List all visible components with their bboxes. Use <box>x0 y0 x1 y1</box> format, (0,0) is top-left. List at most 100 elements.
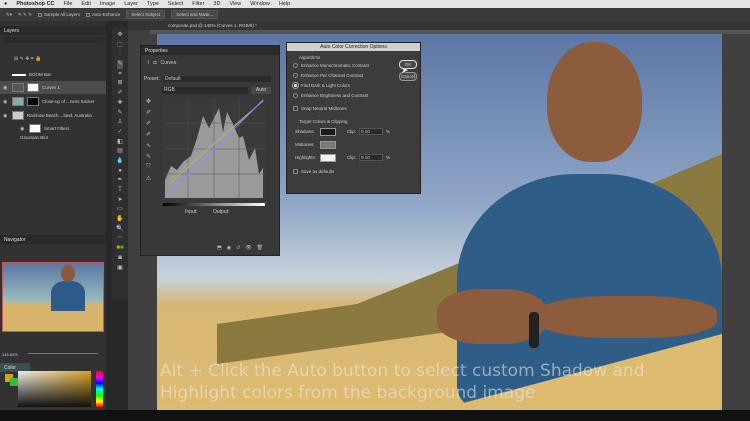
brush-mode-icons[interactable]: ✎ ✎ ✎ <box>18 12 32 18</box>
layer-row[interactable]: BOOM Bar <box>0 68 106 81</box>
black-point-eyedropper-icon[interactable]: ✐ <box>146 109 151 116</box>
menu-type[interactable]: Type <box>147 1 159 7</box>
auto-button[interactable]: Auto <box>251 87 271 94</box>
zoom-slider[interactable] <box>28 353 98 354</box>
quick-select-tool-icon[interactable]: ✎▾ <box>6 12 12 18</box>
menu-window[interactable]: Window <box>250 1 270 7</box>
zoom-value[interactable]: 145.83% <box>2 352 18 357</box>
layers-tab[interactable]: Layers <box>0 26 106 35</box>
target-adjust-icon[interactable]: ✥ <box>146 98 151 105</box>
gray-point-eyedropper-icon[interactable]: ✐ <box>146 120 151 127</box>
more-tools-icon[interactable]: ⋯ <box>117 234 123 243</box>
menu-layer[interactable]: Layer <box>124 1 138 7</box>
auto-enhance-checkbox[interactable]: Auto-Enhance <box>85 12 120 17</box>
menu-filter[interactable]: Filter <box>192 1 204 7</box>
dodge-tool-icon[interactable]: ● <box>118 167 122 176</box>
percent-label: % <box>386 129 391 134</box>
layers-title: Layers <box>4 27 20 34</box>
smooth-icon[interactable]: ⤧ <box>146 164 151 171</box>
curve-edit-icon[interactable]: ∿ <box>146 142 151 149</box>
pencil-icon[interactable]: ✎ <box>146 153 151 160</box>
menu-help[interactable]: Help <box>279 1 290 7</box>
eye-icon[interactable]: ◉ <box>3 85 9 91</box>
healing-tool-icon[interactable]: ✚ <box>117 99 122 108</box>
shadows-swatch[interactable] <box>320 127 336 136</box>
highlights-clip-input[interactable]: 0.10 <box>359 154 384 161</box>
menu-select[interactable]: Select <box>168 1 183 7</box>
layer-row[interactable]: ◉ Close-up of ...ness tracker <box>0 95 106 108</box>
layer-row[interactable]: ◉ Rainbow Beach ...land, Australia <box>0 109 106 122</box>
document-tab[interactable]: composite.psd @ 145% (Curves 1, RGB/8) * <box>128 21 750 30</box>
history-brush-icon[interactable]: ✓ <box>117 128 122 137</box>
color-field[interactable] <box>18 371 91 407</box>
mask-icon[interactable]: ◘ <box>153 60 156 66</box>
gradient-tool-icon[interactable]: ▤ <box>117 147 123 156</box>
radio-brightness-contrast[interactable]: Enhance Brightness and Contrast <box>287 90 420 100</box>
curves-graph[interactable] <box>163 98 265 200</box>
screen-mode-icon[interactable]: ▣ <box>117 264 123 273</box>
select-subject-button[interactable]: Select Subject <box>126 10 166 19</box>
dialog-title: Auto Color Correction Options <box>287 43 420 51</box>
select-and-mask-button[interactable]: Select and Mask... <box>171 10 219 19</box>
shape-tool-icon[interactable]: ▭ <box>117 205 123 214</box>
layer-row-selected[interactable]: ◉ Curves 1 <box>0 81 106 94</box>
blur-tool-icon[interactable]: 💧 <box>116 157 123 166</box>
save-defaults-checkbox[interactable]: Save as defaults <box>287 166 420 176</box>
snap-midtones-checkbox[interactable]: Snap Neutral Midtones <box>287 103 420 113</box>
hand-tool-icon[interactable]: ✋ <box>116 215 123 224</box>
clip-to-layer-icon[interactable]: ⬒ <box>217 245 222 251</box>
preview-figure <box>51 281 85 311</box>
layer-row[interactable]: Gaussian Blur <box>0 131 106 144</box>
eye-icon[interactable]: ◉ <box>3 113 9 119</box>
brush-tool-icon[interactable]: ✎ <box>117 109 122 118</box>
option-label: Enhance Brightness and Contrast <box>301 92 369 98</box>
layer-filter[interactable] <box>3 37 103 43</box>
eyedropper-tool-icon[interactable]: ✐ <box>117 89 122 98</box>
eraser-tool-icon[interactable]: ◧ <box>117 138 123 147</box>
stamp-tool-icon[interactable]: ♙ <box>117 118 122 127</box>
color-swatches-icon[interactable]: ■■ <box>116 244 123 253</box>
reset-icon[interactable]: ↺ <box>236 245 240 251</box>
path-select-icon[interactable]: ➤ <box>117 196 122 205</box>
marquee-tool-icon[interactable]: ⬚ <box>117 41 123 50</box>
sample-all-layers-checkbox[interactable]: Sample All Layers <box>37 12 80 17</box>
hue-slider[interactable] <box>96 371 103 407</box>
lock-icons[interactable]: ⊞ ✎ ✥ ⌗ 🔒 <box>14 56 41 62</box>
navigator-preview[interactable] <box>2 262 104 332</box>
visibility-icon[interactable]: 👁 <box>245 245 251 251</box>
lasso-tool-icon[interactable]: ◌ <box>118 50 122 59</box>
eye-icon[interactable]: ◉ <box>3 99 9 105</box>
highlights-swatch[interactable] <box>320 153 336 162</box>
preset-select[interactable]: Default <box>162 76 271 82</box>
delete-icon[interactable]: 🗑 <box>257 245 263 251</box>
clipping-warning-icon[interactable]: ⚠ <box>146 175 151 182</box>
preview-head <box>61 265 75 282</box>
frame-tool-icon[interactable]: ⊠ <box>117 79 122 88</box>
menu-image[interactable]: Image <box>100 1 115 7</box>
properties-tab[interactable]: Properties <box>141 46 279 55</box>
radio-dark-light[interactable]: Find Dark & Light Colors <box>287 80 420 90</box>
channel-select[interactable]: RGB <box>162 87 248 94</box>
output-label: Output: <box>213 209 230 215</box>
caption-line-1: Alt + Click the Auto button to select cu… <box>160 361 645 381</box>
navigator-tab[interactable]: Navigator <box>0 235 106 244</box>
menu-file[interactable]: File <box>64 1 73 7</box>
pen-tool-icon[interactable]: ✒ <box>117 176 122 185</box>
apple-icon[interactable]: ● <box>4 1 7 7</box>
shadows-clip-input[interactable]: 0.10 <box>359 128 384 135</box>
menu-edit[interactable]: Edit <box>81 1 90 7</box>
white-point-eyedropper-icon[interactable]: ✐ <box>146 131 151 138</box>
move-tool-icon[interactable]: ✥ <box>117 31 122 40</box>
quick-select-tool-icon[interactable]: ✎ <box>117 60 123 69</box>
menu-3d[interactable]: 3D <box>213 1 220 7</box>
crop-tool-icon[interactable]: ⌗ <box>118 70 121 79</box>
midtones-swatch[interactable] <box>320 140 336 149</box>
quick-mask-icon[interactable]: ◙ <box>118 254 122 263</box>
zoom-tool-icon[interactable]: 🔍 <box>116 225 123 234</box>
menu-view[interactable]: View <box>229 1 241 7</box>
layer-thumb <box>12 73 26 76</box>
app-name[interactable]: Photoshop CC <box>16 1 54 7</box>
type-tool-icon[interactable]: T <box>118 186 122 195</box>
view-previous-icon[interactable]: ◉ <box>227 245 231 251</box>
background-color[interactable] <box>10 378 18 386</box>
